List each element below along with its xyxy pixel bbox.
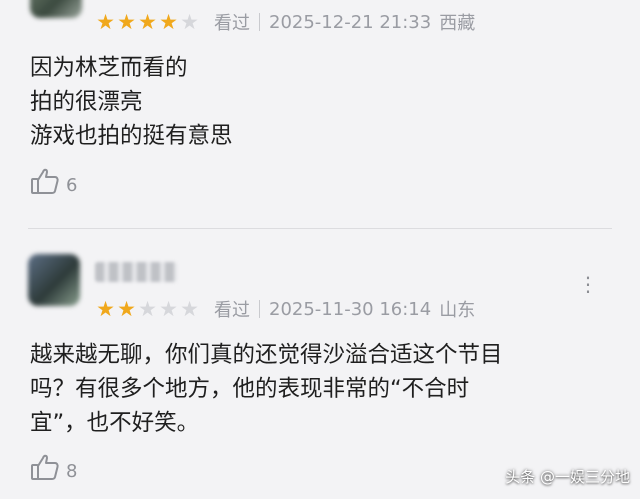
review-line: 宜”，也不好笑。: [30, 410, 200, 436]
star-icon: ★: [96, 297, 115, 321]
more-dots-icon[interactable]: ⋮: [578, 274, 600, 294]
review-datetime: 2025-11-30 16:14: [269, 298, 432, 320]
thumbs-up-icon: [31, 168, 59, 194]
avatar[interactable]: [28, 254, 80, 306]
like-button[interactable]: 6: [30, 166, 77, 196]
star-icon: ★: [117, 10, 136, 34]
like-count: 8: [66, 461, 78, 482]
review-text: 越来越无聊，你们真的还觉得沙溢合适这个节目 吗？有很多个地方，他的表现非常的“不…: [30, 338, 600, 440]
star-icon: ★: [138, 10, 157, 34]
review-datetime: 2025-12-21 21:33: [269, 11, 432, 33]
star-icon: ★: [138, 297, 157, 321]
star-icon: ★: [180, 297, 199, 321]
review-line: 越来越无聊，你们真的还觉得沙溢合适这个节目: [30, 342, 503, 368]
review-card: ⋮ ★ ★ ★ ★ ★ 看过 2025-11-30 16:14 山东 越来越无聊…: [0, 232, 640, 499]
review-line: 吗？有很多个地方，他的表现非常的“不合时: [30, 376, 470, 402]
username-blurred[interactable]: [95, 262, 177, 282]
like-button[interactable]: 8: [30, 452, 77, 482]
divider: [259, 13, 260, 31]
review-location: 西藏: [439, 13, 476, 34]
thumbs-up-icon: [31, 454, 59, 480]
review-meta: ★ ★ ★ ★ ★ 看过 2025-12-21 21:33 西藏: [95, 9, 475, 35]
review-location: 山东: [439, 300, 476, 321]
review-line: 拍的很漂亮: [30, 89, 143, 115]
watch-status: 看过: [214, 13, 250, 34]
star-icon: ★: [159, 10, 178, 34]
review-text: 因为林芝而看的 拍的很漂亮 游戏也拍的挺有意思: [30, 51, 600, 153]
star-icon: ★: [96, 10, 115, 34]
star-icon: ★: [159, 297, 178, 321]
star-icon: ★: [180, 10, 199, 34]
review-card: ★ ★ ★ ★ ★ 看过 2025-12-21 21:33 西藏 因为林芝而看的…: [0, 0, 640, 222]
review-meta: ★ ★ ★ ★ ★ 看过 2025-11-30 16:14 山东: [95, 296, 475, 322]
like-count: 6: [66, 175, 78, 196]
watch-status: 看过: [214, 300, 250, 321]
star-rating: ★ ★ ★ ★ ★: [95, 11, 200, 33]
avatar[interactable]: [30, 0, 82, 18]
review-line: 因为林芝而看的: [30, 55, 188, 81]
watermark: 头条 @一娱三分地: [505, 468, 630, 486]
star-icon: ★: [117, 297, 136, 321]
review-divider: [28, 228, 612, 229]
star-rating: ★ ★ ★ ★ ★: [95, 298, 200, 320]
divider: [259, 300, 260, 318]
review-line: 游戏也拍的挺有意思: [30, 123, 233, 149]
